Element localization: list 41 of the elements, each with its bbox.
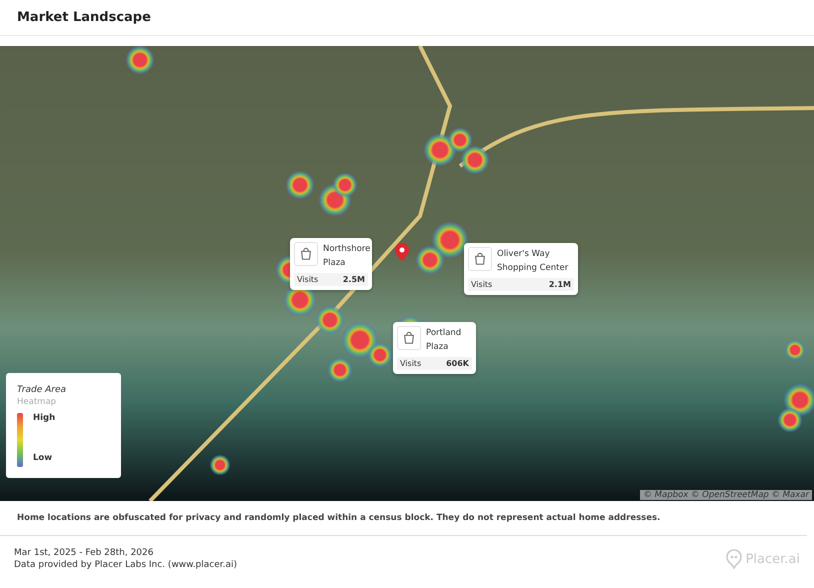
heat-spot bbox=[126, 46, 154, 74]
map-attribution[interactable]: © Mapbox © OpenStreetMap © Maxar bbox=[640, 490, 812, 500]
visits-value: 2.1M bbox=[548, 280, 571, 289]
visits-value: 606K bbox=[446, 359, 469, 368]
place-name: Portland Plaza bbox=[426, 327, 462, 354]
visits-label: Visits bbox=[400, 359, 422, 368]
place-card[interactable]: Portland Plaza Visits 606K bbox=[393, 322, 476, 374]
data-source: Data provided by Placer Labs Inc. (www.placer.ai) bbox=[14, 560, 238, 570]
visits-label: Visits bbox=[297, 275, 318, 284]
page-title: Market Landscape bbox=[17, 10, 151, 25]
heat-spot bbox=[778, 408, 802, 432]
visits-value: 2.5M bbox=[342, 275, 365, 284]
heat-spot bbox=[210, 455, 230, 475]
scale-label: Low bbox=[33, 453, 54, 463]
heat-spot bbox=[424, 134, 456, 166]
heat-spot bbox=[416, 246, 444, 274]
place-card[interactable]: Northshore Plaza Visits 2.5M bbox=[290, 238, 372, 290]
legend-subtitle: Heatmap bbox=[17, 397, 58, 407]
date-range: Mar 1st, 2025 - Feb 28th, 2026 bbox=[14, 548, 154, 558]
legend-title: Trade Area bbox=[17, 385, 68, 395]
location-pin-icon[interactable] bbox=[395, 243, 409, 261]
heat-spot bbox=[448, 128, 472, 152]
placer-logo-icon bbox=[726, 549, 742, 569]
heat-spot bbox=[432, 222, 468, 258]
heat-spot bbox=[784, 384, 814, 416]
heat-scale-bar bbox=[17, 413, 23, 467]
heat-spot bbox=[333, 173, 357, 197]
heat-spot bbox=[461, 146, 489, 174]
place-card[interactable]: Oliver's Way Shopping Center Visits 2.1M bbox=[464, 243, 578, 295]
place-name: Oliver's Way Shopping Center bbox=[497, 248, 570, 275]
visits-label: Visits bbox=[471, 280, 492, 289]
disclaimer-text: Home locations are obfuscated for privacy and randomly placed within a census block. They do not represent actual home addresses. bbox=[0, 501, 807, 536]
shopping-bag-icon bbox=[468, 247, 492, 271]
place-name: Northshore Plaza bbox=[323, 243, 368, 270]
heat-spot bbox=[286, 171, 314, 199]
heat-spot bbox=[785, 340, 805, 360]
scale-label: High bbox=[33, 413, 56, 423]
shopping-bag-icon bbox=[397, 326, 421, 350]
heat-spot bbox=[316, 306, 344, 334]
shopping-bag-icon bbox=[294, 242, 318, 266]
satellite-map[interactable]: Northshore Plaza Visits 2.5M Oliver's Way Shopping Center Visits 2.1M Portland Plaza Visits 606K Trade Area Heatmap High Low © Mapbox © OpenStreetMap © Maxar bbox=[0, 46, 814, 501]
